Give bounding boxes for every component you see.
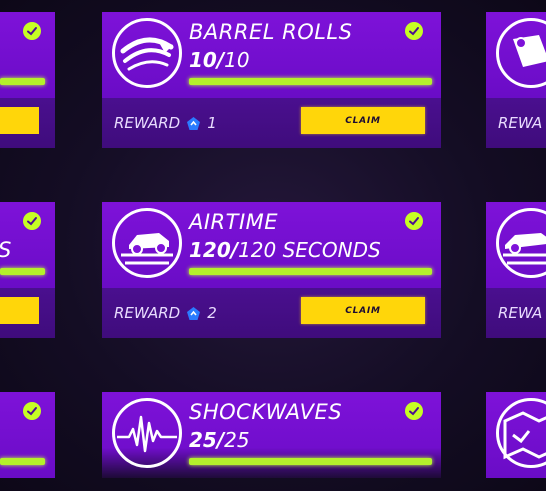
right-card-2[interactable]: REWA bbox=[486, 202, 546, 338]
reward: REWARD 1 bbox=[114, 114, 217, 132]
check-icon bbox=[23, 212, 41, 230]
progress-bar-fill bbox=[189, 458, 432, 465]
shockwave-icon bbox=[112, 398, 182, 468]
progress-bar bbox=[0, 268, 45, 275]
progress-bar bbox=[0, 458, 45, 465]
progress-bar bbox=[0, 78, 45, 85]
challenge-title-fragment: S bbox=[0, 238, 11, 262]
left-card-2[interactable]: S bbox=[0, 202, 55, 338]
check-icon bbox=[23, 22, 41, 40]
credits-gem-icon bbox=[186, 116, 201, 131]
credits-gem-icon bbox=[186, 306, 201, 321]
right-card-3[interactable] bbox=[486, 392, 546, 491]
claim-button[interactable]: CLAIM bbox=[301, 297, 425, 324]
challenge-progress: 10/10 bbox=[189, 48, 250, 72]
challenge-title: BARREL ROLLS bbox=[189, 20, 353, 44]
progress-bar bbox=[189, 268, 432, 275]
left-card-1[interactable] bbox=[0, 12, 55, 148]
challenge-card-shockwaves[interactable]: SHOCKWAVES 25/25 bbox=[102, 392, 441, 491]
progress-bar-fill bbox=[189, 268, 432, 275]
claim-button[interactable] bbox=[0, 297, 39, 324]
reward-label-fragment: REWA bbox=[498, 304, 543, 322]
progress-bar bbox=[189, 458, 432, 465]
reward-amount: 1 bbox=[207, 114, 217, 132]
progress-bar-fill bbox=[189, 78, 432, 85]
completed-check-icon bbox=[405, 22, 423, 40]
challenge-title: SHOCKWAVES bbox=[189, 400, 343, 424]
reward-row: REWARD 1 CLAIM bbox=[102, 98, 441, 148]
reward-row: REWARD 2 CLAIM bbox=[102, 288, 441, 338]
map-icon bbox=[496, 398, 546, 468]
challenge-progress: 25/25 bbox=[189, 428, 250, 452]
challenge-title: AIRTIME bbox=[189, 210, 279, 234]
reward-label-fragment: REWA bbox=[498, 114, 543, 132]
reward: REWARD 2 bbox=[114, 304, 217, 322]
reward-amount: 2 bbox=[207, 304, 217, 322]
challenge-card-airtime[interactable]: AIRTIME 120/120 SECONDS REWARD 2 CLAIM bbox=[102, 202, 441, 338]
progress-bar bbox=[189, 78, 432, 85]
claim-button[interactable]: CLAIM bbox=[301, 107, 425, 134]
car-icon bbox=[496, 208, 546, 278]
completed-check-icon bbox=[405, 402, 423, 420]
reward-label: REWARD bbox=[114, 114, 181, 132]
claim-button[interactable] bbox=[0, 107, 39, 134]
right-card-1[interactable]: REWA bbox=[486, 12, 546, 148]
completed-check-icon bbox=[405, 212, 423, 230]
barrel-roll-icon bbox=[112, 18, 182, 88]
car-flip-icon bbox=[496, 18, 546, 88]
left-card-3[interactable] bbox=[0, 392, 55, 491]
check-icon bbox=[23, 402, 41, 420]
reward-label: REWARD bbox=[114, 304, 181, 322]
car-airtime-icon bbox=[112, 208, 182, 278]
challenge-card-barrel-rolls[interactable]: BARREL ROLLS 10/10 REWARD 1 CLAIM bbox=[102, 12, 441, 148]
challenge-progress: 120/120 SECONDS bbox=[189, 238, 381, 262]
